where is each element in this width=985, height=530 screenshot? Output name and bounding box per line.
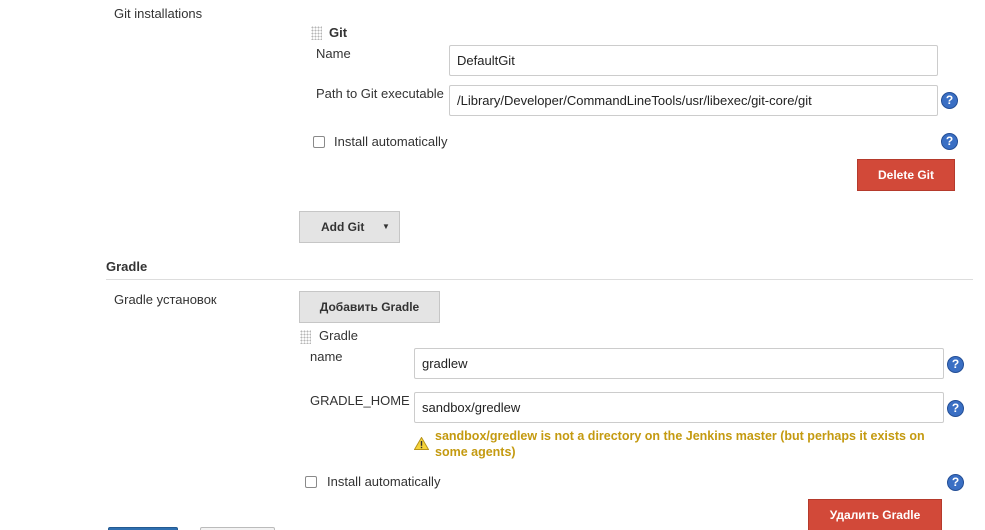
git-path-help-icon[interactable]: ? [941,92,958,109]
gradle-name-input[interactable] [414,348,944,379]
gradle-drag-handle[interactable] [300,330,311,344]
git-installation-title: Git [329,25,348,40]
gradle-installation-title: Gradle [319,328,359,343]
git-installations-label: Git installations [114,6,203,21]
git-drag-handle[interactable] [311,26,322,40]
chevron-down-icon: ▼ [382,222,390,231]
warning-icon [414,437,429,450]
delete-git-button[interactable]: Delete Git [857,159,955,191]
gradle-home-input[interactable] [414,392,944,423]
git-name-label: Name [316,46,351,61]
git-install-auto-checkbox[interactable] [313,136,325,148]
gradle-install-auto-label[interactable]: Install automatically [327,474,440,489]
gradle-install-auto-help-icon[interactable]: ? [947,474,964,491]
add-gradle-button[interactable]: Добавить Gradle [299,291,440,323]
gradle-name-label: name [310,349,343,364]
gradle-name-help-icon[interactable]: ? [947,356,964,373]
gradle-home-help-icon[interactable]: ? [947,400,964,417]
gradle-section-title: Gradle [106,259,148,274]
git-name-input[interactable] [449,45,938,76]
gradle-installations-label: Gradle установок [114,292,217,307]
gradle-home-label: GRADLE_HOME [310,393,410,408]
section-divider [106,279,973,280]
git-install-auto-help-icon[interactable]: ? [941,133,958,150]
git-path-label: Path to Git executable [316,86,444,101]
gradle-home-warning: sandbox/gredlew is not a directory on th… [435,429,925,459]
add-git-label: Add Git [321,220,365,234]
delete-gradle-button[interactable]: Удалить Gradle [808,499,942,530]
gradle-install-auto-checkbox[interactable] [305,476,317,488]
git-install-auto-label[interactable]: Install automatically [334,134,447,149]
git-path-input[interactable] [449,85,938,116]
add-git-button[interactable]: Add Git ▼ [299,211,400,243]
